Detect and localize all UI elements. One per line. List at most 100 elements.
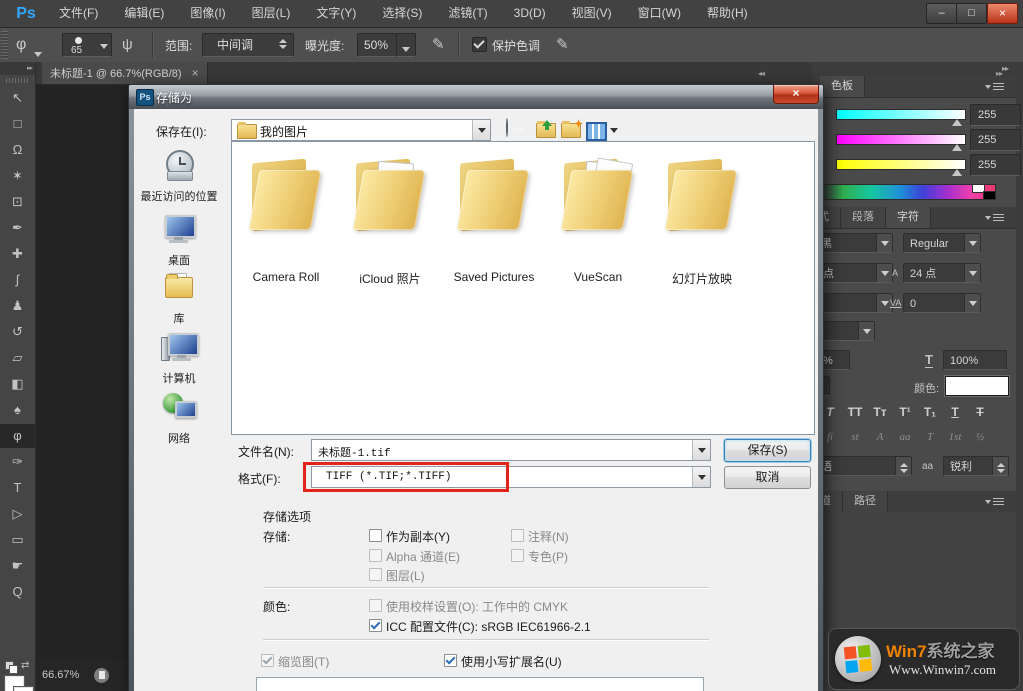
- red-slider-track[interactable]: [836, 109, 966, 120]
- blur-tool[interactable]: ♠: [0, 398, 35, 422]
- strikethrough-button[interactable]: T: [968, 402, 992, 422]
- green-slider-track[interactable]: [836, 134, 966, 145]
- exposure-dropdown[interactable]: [396, 33, 416, 57]
- dialog-title-bar[interactable]: Ps 存储为 ×: [129, 85, 823, 109]
- spectrum-black-swatch[interactable]: [983, 191, 996, 200]
- menu-select[interactable]: 选择(S): [369, 0, 435, 27]
- range-select[interactable]: 中间调: [202, 33, 294, 57]
- folder-icloud-photos[interactable]: iCloud 照片: [348, 158, 432, 238]
- path-selection-tool[interactable]: ▷: [0, 502, 35, 526]
- proportion-dropdown-icon[interactable]: [858, 322, 874, 340]
- save-in-dropdown-icon[interactable]: [472, 120, 490, 140]
- background-color-swatch[interactable]: [14, 687, 33, 691]
- zoom-tool[interactable]: Q: [0, 580, 35, 604]
- marquee-tool[interactable]: □: [0, 112, 35, 136]
- menu-edit[interactable]: 编辑(E): [111, 0, 177, 27]
- brush-panel-icon[interactable]: ψ: [122, 33, 133, 57]
- move-tool[interactable]: ↖: [0, 86, 35, 110]
- place-libraries[interactable]: 库: [136, 271, 222, 326]
- exposure-field[interactable]: 50%: [357, 33, 397, 57]
- folder-camera-roll[interactable]: Camera Roll: [244, 158, 328, 238]
- folder-slideshow[interactable]: 幻灯片放映: [660, 158, 744, 238]
- folder-vuescan[interactable]: VueScan: [556, 158, 640, 238]
- range-spinner-icon[interactable]: [279, 39, 287, 49]
- red-value-field[interactable]: 255: [970, 104, 1021, 126]
- type-tool[interactable]: T: [0, 476, 35, 500]
- font-size-dropdown-icon[interactable]: [876, 264, 892, 282]
- tracking-field[interactable]: 0: [903, 293, 981, 313]
- subscript-button[interactable]: T₁: [918, 402, 942, 422]
- superscript-button[interactable]: T¹: [893, 402, 917, 422]
- swap-colors-icon[interactable]: ⇄: [21, 660, 29, 671]
- minimize-button[interactable]: –: [926, 3, 957, 24]
- brush-tool[interactable]: ʃ: [0, 268, 35, 292]
- blue-slider-track[interactable]: [836, 159, 966, 170]
- place-network[interactable]: 网络: [136, 391, 222, 446]
- font-style-dropdown-icon[interactable]: [964, 234, 980, 252]
- green-slider-thumb[interactable]: [952, 144, 962, 151]
- close-button[interactable]: ×: [987, 3, 1018, 24]
- leading-field[interactable]: 24 点: [903, 263, 981, 283]
- place-recent[interactable]: 最近访问的位置: [136, 149, 222, 204]
- protect-tones-checkbox[interactable]: [472, 37, 487, 52]
- new-folder-button[interactable]: [561, 123, 581, 138]
- hand-tool[interactable]: ☛: [0, 554, 35, 578]
- small-caps-button[interactable]: Tᴛ: [868, 402, 892, 422]
- panel-collapse-bar[interactable]: ▸▸: [812, 62, 1016, 76]
- magic-wand-tool[interactable]: ✶: [0, 164, 35, 188]
- brush-size-dropdown-icon[interactable]: [100, 35, 108, 57]
- document-tab[interactable]: 未标题-1 @ 66.7%(RGB/8)×: [42, 62, 208, 84]
- history-brush-tool[interactable]: ↺: [0, 320, 35, 344]
- all-caps-button[interactable]: TT: [843, 402, 867, 422]
- tools-collapse-icon[interactable]: ▸▸: [0, 62, 35, 75]
- brush-size-picker[interactable]: 65: [62, 33, 112, 57]
- pen-tool[interactable]: ✑: [0, 450, 35, 474]
- eraser-tool[interactable]: ▱: [0, 346, 35, 370]
- anti-alias-select[interactable]: 锐利: [943, 456, 1009, 476]
- menu-type[interactable]: 文字(Y): [303, 0, 369, 27]
- menu-help[interactable]: 帮助(H): [694, 0, 761, 27]
- healing-brush-tool[interactable]: ✚: [0, 242, 35, 266]
- font-style-field[interactable]: Regular: [903, 233, 981, 253]
- crop-tool[interactable]: ⊡: [0, 190, 35, 214]
- menu-3d[interactable]: 3D(D): [501, 0, 559, 27]
- options-bar-grip[interactable]: [1, 31, 8, 59]
- red-slider-thumb[interactable]: [952, 119, 962, 126]
- dodge-tool-preset-icon[interactable]: φ: [16, 33, 26, 57]
- menu-file[interactable]: 文件(F): [46, 0, 111, 27]
- tab-swatches[interactable]: 色板: [820, 76, 865, 97]
- eyedropper-tool[interactable]: ✒: [0, 216, 35, 240]
- anti-alias-spinner-icon[interactable]: [992, 457, 1008, 475]
- tab-character[interactable]: 字符: [886, 207, 931, 228]
- clone-stamp-tool[interactable]: ♟: [0, 294, 35, 318]
- dodge-tool[interactable]: φ: [0, 424, 35, 448]
- place-desktop[interactable]: 桌面: [136, 213, 222, 268]
- menu-layer[interactable]: 图层(L): [239, 0, 304, 27]
- leading-dropdown-icon[interactable]: [964, 264, 980, 282]
- stylistic-alternates-button[interactable]: aa: [893, 428, 917, 446]
- lasso-tool[interactable]: Ω: [0, 138, 35, 162]
- dock-collapse-icon[interactable]: ▸▸: [996, 69, 1002, 78]
- underline-button[interactable]: T: [943, 402, 967, 422]
- menu-view[interactable]: 视图(V): [559, 0, 625, 27]
- tablet-pressure-icon[interactable]: ✎: [556, 33, 569, 57]
- folder-saved-pictures[interactable]: Saved Pictures: [452, 158, 536, 238]
- icc-profile-checkbox[interactable]: [369, 619, 382, 632]
- swash-button[interactable]: A: [868, 428, 892, 446]
- tools-grip[interactable]: [6, 78, 28, 83]
- shape-tool[interactable]: ▭: [0, 528, 35, 552]
- place-computer[interactable]: 计算机: [136, 331, 222, 386]
- tab-close-icon[interactable]: ×: [192, 66, 199, 80]
- document-info-icon[interactable]: [94, 668, 109, 683]
- menu-window[interactable]: 窗口(W): [625, 0, 694, 27]
- filename-dropdown-icon[interactable]: [692, 440, 710, 460]
- fractions-button[interactable]: ½: [968, 428, 992, 446]
- filename-combo[interactable]: 未标题-1.tif: [311, 439, 711, 461]
- language-spinner-icon[interactable]: [895, 457, 911, 475]
- green-value-field[interactable]: 255: [970, 129, 1021, 151]
- titling-alternates-button[interactable]: T: [918, 428, 942, 446]
- back-button[interactable]: [506, 119, 508, 137]
- panel-menu-icon[interactable]: [985, 83, 1004, 101]
- blue-slider-thumb[interactable]: [952, 169, 962, 176]
- zoom-level[interactable]: 66.67%: [42, 669, 79, 681]
